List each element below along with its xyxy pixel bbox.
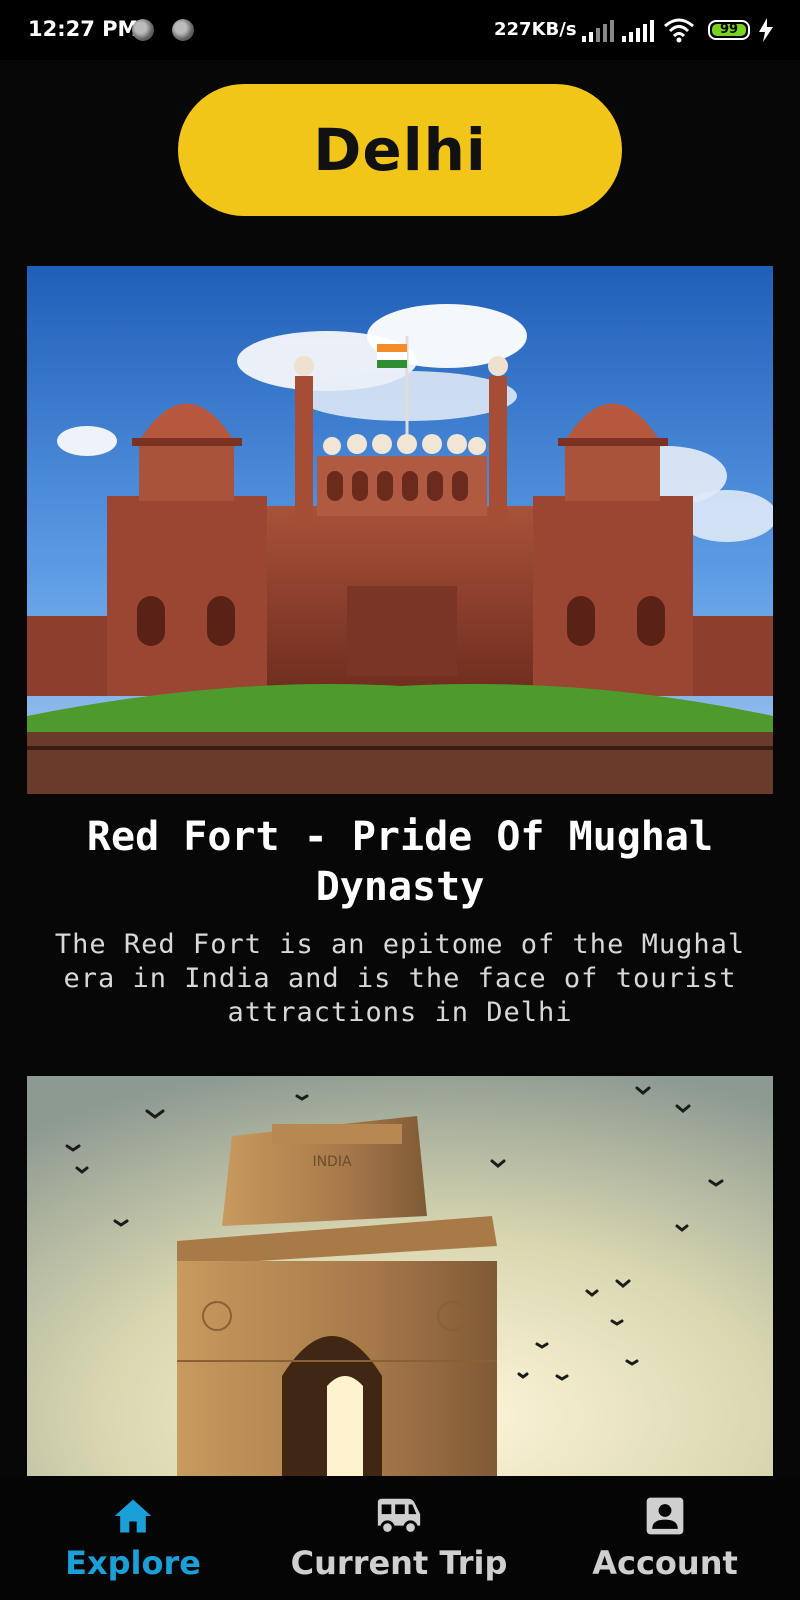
notification-icon: [132, 19, 154, 41]
gate-inscription: INDIA: [312, 1154, 352, 1170]
place-description: The Red Fort is an epitome of the Mughal…: [54, 929, 746, 1028]
nav-label-account: Account: [592, 1544, 738, 1582]
place-title[interactable]: Red Fort - Pride Of Mughal Dynasty: [40, 812, 760, 912]
red-fort-image[interactable]: [27, 266, 773, 794]
bottom-navigation: Explore Current Trip Account: [0, 1476, 800, 1600]
network-speed: 227KB/s: [494, 19, 577, 40]
notification-icon: [172, 19, 194, 41]
charging-icon: [759, 18, 773, 42]
status-time: 12:27 PM: [28, 17, 139, 41]
wifi-icon: [664, 18, 694, 43]
nav-label-explore: Explore: [65, 1544, 201, 1582]
signal-icon: [622, 20, 654, 42]
nav-account[interactable]: Account: [590, 1476, 740, 1600]
battery-level: 99: [712, 23, 746, 36]
nav-label-current-trip: Current Trip: [290, 1544, 508, 1582]
nav-current-trip[interactable]: Current Trip: [291, 1476, 507, 1600]
india-gate-image[interactable]: INDIA: [27, 1076, 773, 1476]
nav-explore[interactable]: Explore: [50, 1476, 216, 1600]
home-icon: [114, 1499, 152, 1533]
status-bar: 12:27 PM 227KB/s 99: [0, 0, 800, 60]
city-title-pill[interactable]: Delhi: [178, 84, 622, 216]
bus-icon: [377, 1498, 421, 1535]
battery-icon: 99: [708, 20, 750, 40]
account-icon: [646, 1497, 684, 1535]
signal-icon: [582, 20, 614, 42]
